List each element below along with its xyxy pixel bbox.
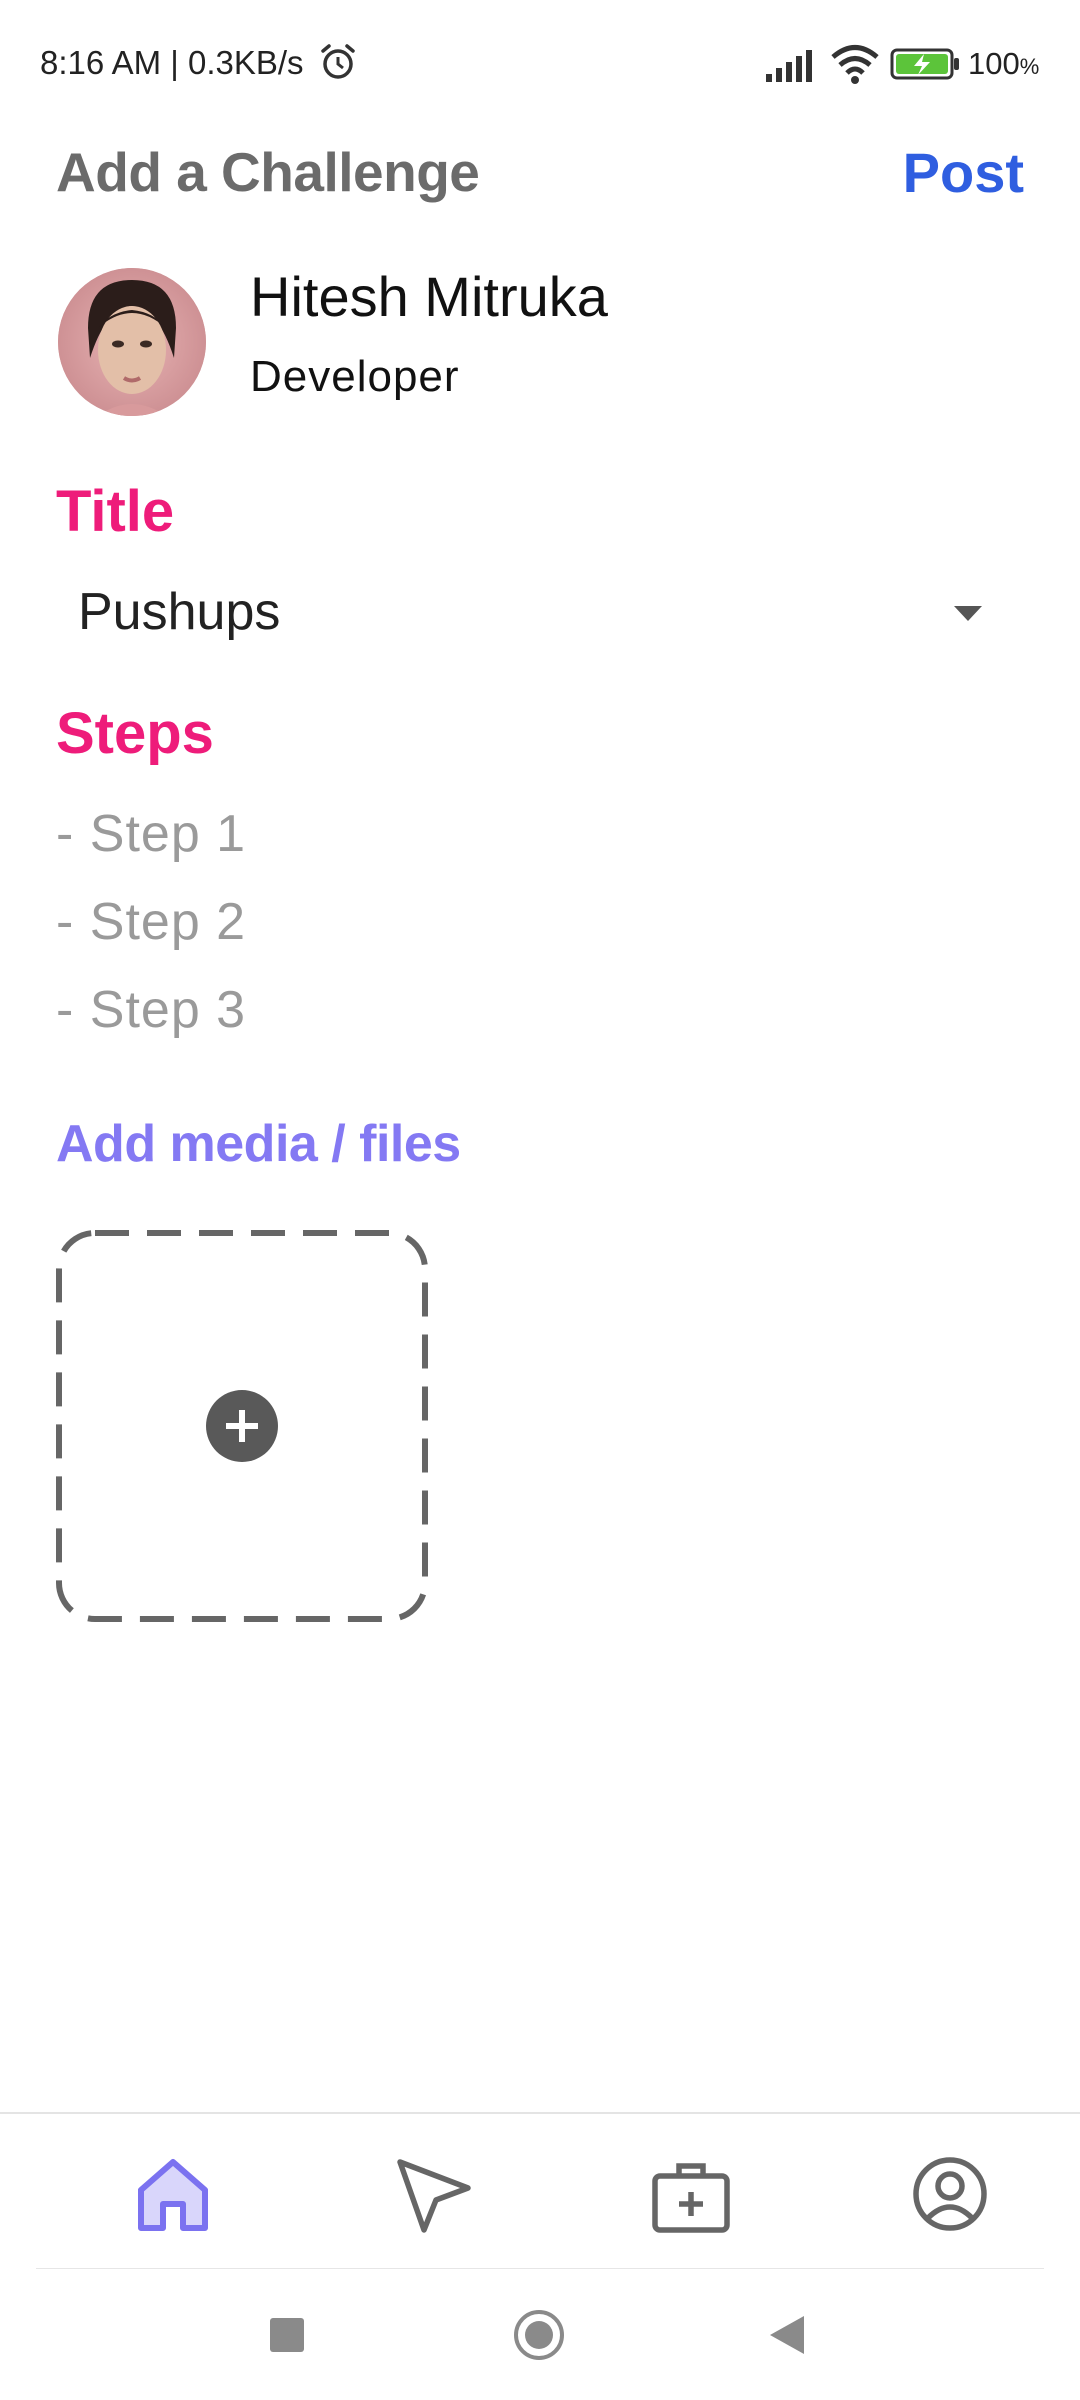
nav-profile[interactable] [900,2144,1000,2244]
step-item[interactable]: - Step 3 [56,980,246,1040]
nav-send[interactable] [382,2144,482,2244]
account-icon [913,2157,987,2231]
post-button[interactable]: Post [903,140,1024,205]
alarm-icon [321,44,355,79]
user-role: Developer [250,352,460,401]
home-system-button[interactable] [514,2310,564,2360]
battery-percentage: 100% [968,46,1039,82]
battery-value: 100 [968,46,1020,81]
add-media-label: Add media / files [56,1115,461,1173]
send-icon [397,2159,471,2233]
user-name: Hitesh Mitruka [250,265,608,328]
divider [36,2268,1044,2269]
steps-label: Steps [56,701,214,766]
battery-charging-icon [890,48,959,80]
nav-home[interactable] [123,2144,223,2244]
title-dropdown[interactable]: Pushups [56,566,996,666]
title-dropdown-value: Pushups [78,583,281,641]
caret-down-icon [954,606,982,621]
plus-circle-icon [206,1390,278,1462]
home-icon [138,2159,208,2231]
briefcase-plus-icon [652,2163,730,2233]
signal-icon [766,50,812,82]
add-media-button[interactable] [56,1230,428,1622]
recents-button[interactable] [270,2318,304,2352]
battery-unit: % [1019,54,1040,79]
step-item[interactable]: - Step 2 [56,892,246,952]
back-button[interactable] [770,2316,804,2354]
avatar-image [58,268,206,416]
bottom-navigation [0,2112,1080,2270]
step-item[interactable]: - Step 1 [56,804,246,864]
nav-challenges[interactable] [641,2144,741,2244]
page-title: Add a Challenge [56,141,480,203]
avatar[interactable] [58,268,206,416]
wifi-icon [831,45,879,84]
title-label: Title [56,479,175,544]
status-time: 8:16 AM | 0.3KB/s [40,44,304,81]
